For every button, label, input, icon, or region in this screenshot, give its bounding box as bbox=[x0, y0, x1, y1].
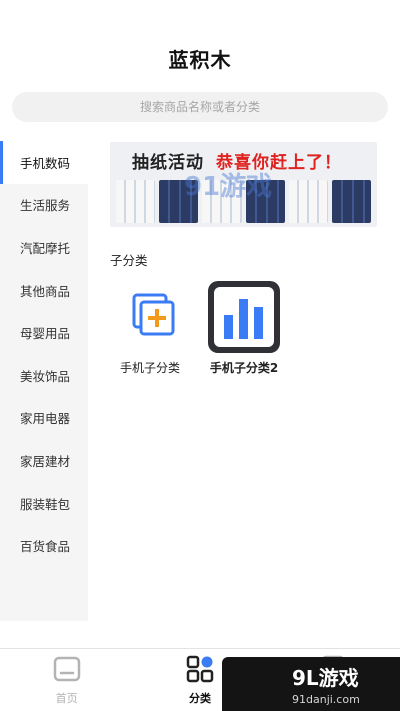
sidebar-item-other-goods[interactable]: 其他商品 bbox=[0, 269, 88, 312]
tab-home[interactable]: 首页 bbox=[0, 649, 133, 711]
sidebar-item-beauty[interactable]: 美妆饰品 bbox=[0, 354, 88, 397]
subcategory-label: 手机子分类2 bbox=[209, 361, 279, 375]
subcategory-label: 手机子分类 bbox=[119, 361, 180, 375]
bar-chart-icon bbox=[208, 281, 280, 353]
sidebar-item-life-services[interactable]: 生活服务 bbox=[0, 184, 88, 227]
search-input[interactable] bbox=[12, 99, 388, 115]
search-bar[interactable] bbox=[12, 92, 388, 122]
sidebar-item-home-building[interactable]: 家居建材 bbox=[0, 439, 88, 482]
sidebar-item-mother-baby[interactable]: 母婴用品 bbox=[0, 311, 88, 354]
page-title: 蓝积木 bbox=[168, 48, 232, 72]
sidebar-item-clothing[interactable]: 服装鞋包 bbox=[0, 482, 88, 525]
copy-plus-icon bbox=[114, 281, 186, 353]
sidebar-item-auto-moto[interactable]: 汽配摩托 bbox=[0, 226, 88, 269]
category-grid-icon bbox=[186, 655, 214, 687]
sidebar-item-appliances[interactable]: 家用电器 bbox=[0, 397, 88, 440]
subcategory-section-title: 子分类 bbox=[110, 253, 148, 268]
category-sidebar: 手机数码 生活服务 汽配摩托 其他商品 母婴用品 美妆饰品 家用电器 家居建材 … bbox=[0, 141, 88, 621]
banner-logo-watermark: 91游戏 bbox=[184, 172, 273, 202]
tab-label: 分类 bbox=[188, 691, 211, 705]
site-watermark: 9L游戏 91danji.com bbox=[222, 657, 400, 711]
subcategory-card-2[interactable]: 手机子分类2 bbox=[194, 281, 294, 376]
tab-label: 首页 bbox=[55, 691, 78, 705]
sidebar-item-groceries[interactable]: 百货食品 bbox=[0, 524, 88, 567]
sidebar-item-phone-digital[interactable]: 手机数码 bbox=[0, 141, 88, 184]
watermark-url: 91danji.com bbox=[292, 693, 360, 706]
home-icon bbox=[53, 655, 81, 687]
promo-banner[interactable]: 抽纸活动 恭喜你赶上了！ 91游戏 bbox=[110, 142, 377, 227]
watermark-logo: 9L游戏 bbox=[292, 666, 359, 690]
subcategory-card-1[interactable]: 手机子分类 bbox=[100, 281, 200, 376]
